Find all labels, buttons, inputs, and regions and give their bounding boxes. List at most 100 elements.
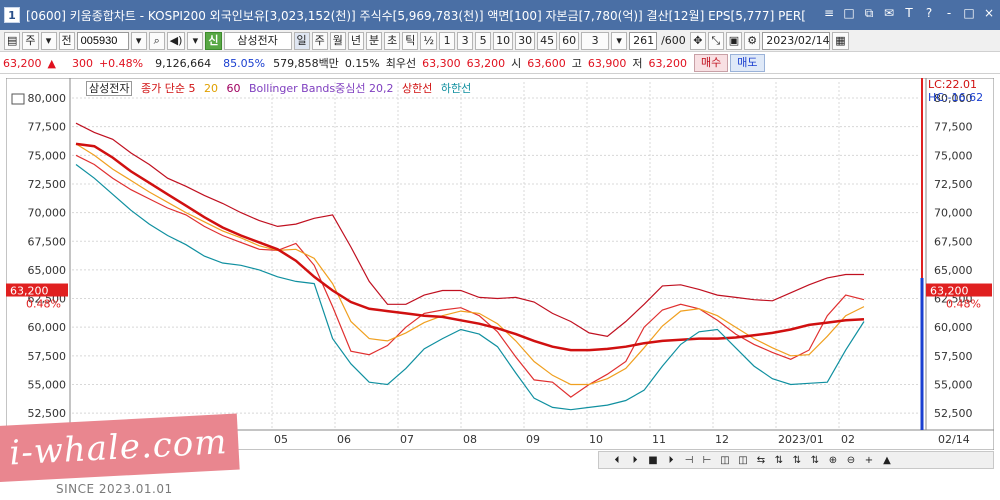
tab-minute[interactable]: 분 — [366, 31, 383, 50]
zoom-slider-end-icon[interactable]: ⊢ — [701, 455, 713, 466]
current-change-tag: 0.48% — [26, 298, 61, 311]
y-tick-label-right: 67,500 — [934, 235, 973, 248]
interval-5[interactable]: 5 — [475, 31, 492, 50]
volume-ratio: 85.05% — [223, 56, 266, 70]
zoom-slider-start-icon[interactable]: ⊣ — [683, 455, 695, 466]
gear-icon[interactable]: ⚙ — [744, 31, 761, 50]
chart-legend: 삼성전자 종가 단순 5 20 60 Bollinger Bands중심선 20… — [86, 80, 476, 96]
x-tick-label: 06 — [337, 433, 351, 446]
y-tick-label-right: 77,500 — [934, 121, 973, 134]
speaker-icon[interactable]: ◀) — [166, 31, 186, 50]
range-total: /600 — [661, 34, 686, 47]
fraction-button[interactable]: ½ — [420, 31, 438, 50]
x-tick-label: 09 — [526, 433, 540, 446]
y-tick-label-right: 52,500 — [934, 407, 973, 420]
dropdown-icon[interactable]: ▾ — [187, 31, 204, 50]
y-tick-label-right: 60,000 — [934, 321, 973, 334]
interval-3[interactable]: 3 — [457, 31, 474, 50]
chart-type-icon[interactable]: ▤ — [4, 31, 21, 50]
swap-icon[interactable]: ⇆ — [755, 455, 767, 466]
stock-name-field[interactable]: 삼성전자 — [223, 31, 292, 50]
menu-icon[interactable]: ≡ — [822, 6, 836, 21]
add-icon[interactable]: + — [863, 455, 875, 466]
interval-45[interactable]: 45 — [537, 31, 558, 50]
hc-label: HC:-16.62 — [928, 91, 983, 104]
restore-icon[interactable]: ⧉ — [862, 6, 876, 21]
price-chart[interactable]: 52,500 52,500 55,000 55,000 57,500 57,500 60,0… — [5, 77, 995, 451]
zoom-out-icon[interactable]: ⊖ — [845, 455, 857, 466]
chart-area[interactable]: 52,500 52,500 55,000 55,000 57,500 57,500 60,0… — [5, 77, 995, 451]
price-change: 300 — [71, 56, 93, 70]
tool-icon[interactable]: ⤡ — [707, 31, 724, 50]
save-icon[interactable]: ▣ — [725, 31, 743, 50]
title-bar: 1 [0600] 키움종합차트 - KOSPI200 외국인보유[3,023,1… — [0, 0, 1000, 30]
window-icon[interactable]: □ — [842, 6, 856, 21]
interval-1[interactable]: 1 — [439, 31, 456, 50]
tab-second[interactable]: 초 — [384, 31, 401, 50]
interval-60[interactable]: 60 — [559, 31, 580, 50]
price-change-pct: +0.48% — [98, 56, 144, 70]
title-bar-controls: ≡ □ ⧉ ✉ T ? - □ × — [822, 6, 996, 21]
prev-button[interactable]: 전 — [58, 31, 75, 50]
x-tick-label: 07 — [400, 433, 414, 446]
count-select[interactable]: 3 — [581, 31, 610, 50]
help-icon[interactable]: ? — [922, 6, 936, 21]
y-tick-label-right: 70,000 — [934, 207, 973, 220]
interval-10[interactable]: 10 — [493, 31, 514, 50]
y-tick-label-left: 65,000 — [28, 264, 67, 277]
tab-day[interactable]: 일 — [293, 31, 310, 50]
sell-button[interactable]: 매도 — [730, 54, 765, 72]
period-select[interactable]: 주 — [22, 31, 39, 50]
y-tick-label-left: 75,000 — [28, 149, 67, 162]
range-current-input[interactable]: 261 — [629, 31, 658, 50]
scale-icon[interactable]: ⇅ — [773, 455, 785, 466]
grid-icon[interactable]: ✥ — [689, 31, 706, 50]
y-tick-label-right: 65,000 — [934, 264, 973, 277]
chart-scroll-controls: ⏴ ⏵ ■ ⏵ ⊣ ⊢ ◫ ◫ ⇆ ⇅ ⇅ ⇅ ⊕ ⊖ + ▲ — [598, 451, 994, 469]
chart-toolbar: ▤ 주 ▾ 전 ▾ ⌕ ◀) ▾ 신 삼성전자 일 주 월 년 분 초 틱 ½ … — [0, 30, 1000, 52]
view-alt-icon[interactable]: ◫ — [737, 455, 749, 466]
x-tick-label: 02/14 — [938, 433, 970, 446]
x-tick-label: 11 — [652, 433, 666, 446]
chevron-down-icon[interactable]: ▾ — [40, 31, 57, 50]
tab-month[interactable]: 월 — [329, 31, 346, 50]
stop-icon[interactable]: ■ — [647, 455, 659, 466]
buy-button[interactable]: 매수 — [694, 54, 729, 72]
low-price: 63,200 — [648, 56, 688, 70]
zoom-in-icon[interactable]: ⊕ — [827, 455, 839, 466]
tab-tick[interactable]: 틱 — [402, 31, 419, 50]
y-tick-label-left: 52,500 — [28, 407, 67, 420]
current-price: 63,200 — [3, 56, 42, 70]
forward-icon[interactable]: ⏵ — [665, 455, 677, 466]
chart-frame — [5, 77, 995, 451]
maximize-icon[interactable]: □ — [962, 6, 976, 21]
y-tick-label-right: 55,000 — [934, 378, 973, 391]
interval-30[interactable]: 30 — [515, 31, 536, 50]
tab-year[interactable]: 년 — [347, 31, 365, 50]
scale-alt-icon[interactable]: ⇅ — [791, 455, 803, 466]
pref-label: 최우선 — [385, 57, 417, 70]
scroll-left-icon[interactable]: ⏴ — [611, 455, 623, 466]
watermark-text: i-whale.com — [8, 422, 229, 474]
calendar-icon[interactable]: ▦ — [832, 31, 849, 50]
y-tick-label-right: 57,500 — [934, 350, 973, 363]
text-icon[interactable]: T — [902, 6, 916, 21]
current-price-tag: 63,200 — [930, 285, 969, 298]
date-input[interactable]: 2023/02/14 — [762, 31, 831, 50]
scale-alt2-icon[interactable]: ⇅ — [809, 455, 821, 466]
mail-icon[interactable]: ✉ — [882, 6, 896, 21]
scroll-up-icon[interactable]: ▲ — [881, 455, 893, 466]
count-dropdown-icon[interactable]: ▾ — [611, 31, 628, 50]
search-icon[interactable]: ⌕ — [148, 31, 165, 50]
window-number: 1 — [4, 7, 20, 23]
y-tick-label-left: 67,500 — [28, 235, 67, 248]
stock-code-input[interactable] — [76, 31, 129, 50]
play-icon[interactable]: ⏵ — [629, 455, 641, 466]
code-dropdown-icon[interactable]: ▾ — [130, 31, 147, 50]
close-icon[interactable]: × — [982, 6, 996, 21]
tab-week[interactable]: 주 — [311, 31, 328, 50]
view-icon[interactable]: ◫ — [719, 455, 731, 466]
current-change-tag: 0.48% — [946, 298, 981, 311]
minimize-icon[interactable]: - — [942, 6, 956, 21]
y-tick-label-left: 57,500 — [28, 350, 67, 363]
